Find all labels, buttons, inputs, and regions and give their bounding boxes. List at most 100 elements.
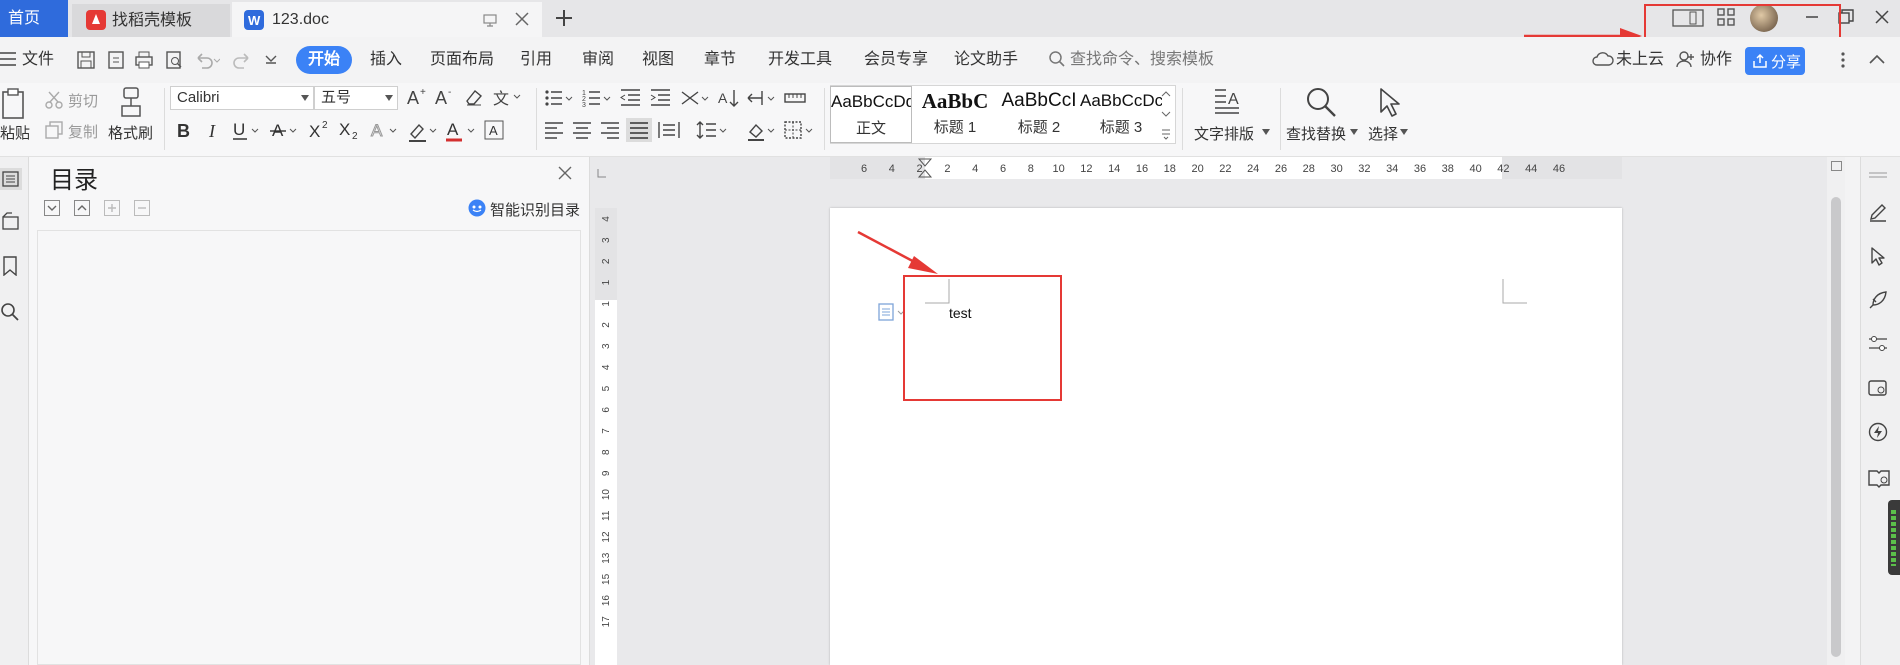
menu-developer[interactable]: 开发工具 <box>768 37 832 83</box>
expand-all-icon[interactable] <box>44 200 60 216</box>
decrease-indent-icon[interactable] <box>620 88 642 108</box>
underline-icon[interactable]: U <box>232 120 262 140</box>
select-pointer-icon[interactable] <box>1868 246 1888 266</box>
numbered-list-icon[interactable]: 123 <box>582 88 614 108</box>
split-view-icon[interactable] <box>1831 161 1842 171</box>
hamburger-icon[interactable] <box>0 52 16 66</box>
rocket-icon[interactable] <box>1868 290 1888 310</box>
table-of-content-icon[interactable] <box>784 88 806 108</box>
menu-insert[interactable]: 插入 <box>370 37 402 83</box>
menu-section[interactable]: 章节 <box>704 37 736 83</box>
new-tab-icon[interactable] <box>554 8 574 28</box>
redo-icon[interactable] <box>232 50 252 70</box>
undo-icon[interactable] <box>194 50 220 70</box>
sort-icon[interactable]: A <box>718 88 740 108</box>
font-size-select[interactable]: 五号 <box>314 86 398 110</box>
find-icon[interactable] <box>0 302 20 322</box>
menu-references[interactable]: 引用 <box>520 37 552 83</box>
vertical-ruler[interactable]: 4 3 2 1 1 2 3 4 5 6 7 8 9 10 11 12 13 15 16 17 <box>595 208 617 665</box>
print-icon[interactable] <box>134 50 154 70</box>
cloud-status[interactable]: 未上云 <box>1616 37 1664 83</box>
strikethrough-icon[interactable]: A <box>270 120 302 140</box>
style-normal[interactable]: AaBbCcDd 正文 <box>830 86 912 143</box>
pin-window-icon[interactable] <box>482 12 498 28</box>
vertical-scrollbar[interactable] <box>1827 157 1845 665</box>
copy-icon[interactable] <box>44 120 64 140</box>
text-layout-icon[interactable]: A <box>1212 86 1242 116</box>
line-spacing-icon[interactable] <box>696 120 728 140</box>
menu-page-layout[interactable]: 页面布局 <box>430 37 494 83</box>
edit-pen-icon[interactable] <box>1868 202 1888 222</box>
command-search-input[interactable]: 查找命令、搜索模板 <box>1070 37 1214 83</box>
borders-icon[interactable] <box>784 120 816 140</box>
menu-start[interactable]: 开始 <box>296 46 353 74</box>
menu-thesis-assistant[interactable]: 论文助手 <box>954 37 1018 83</box>
align-right-icon[interactable] <box>600 120 620 140</box>
clear-format-icon[interactable] <box>464 87 484 107</box>
menu-view[interactable]: 视图 <box>642 37 674 83</box>
close-pane-icon[interactable] <box>558 166 572 180</box>
paste-label[interactable]: 粘贴 <box>0 122 30 143</box>
highlight-icon[interactable] <box>408 120 440 142</box>
tab-templates[interactable]: 找稻壳模板 <box>72 4 230 37</box>
superscript-icon[interactable]: X2 <box>308 120 332 140</box>
image-tools-icon[interactable] <box>1868 378 1888 398</box>
font-color-icon[interactable]: A <box>446 120 478 142</box>
bookmark-icon[interactable] <box>2 256 18 276</box>
paste-icon[interactable] <box>0 88 28 120</box>
collab-button[interactable]: 协作 <box>1700 37 1732 83</box>
align-left-icon[interactable] <box>544 120 564 140</box>
side-widget-handle[interactable] <box>1888 500 1900 575</box>
increase-indent-icon[interactable] <box>650 88 672 108</box>
style-heading-2[interactable]: AaBbCcI 标题 2 <box>998 86 1080 143</box>
tab-document[interactable]: W 123.doc <box>232 2 542 37</box>
find-replace-label[interactable]: 查找替换 <box>1286 123 1346 144</box>
share-button[interactable]: 分享 <box>1745 47 1805 75</box>
char-border-icon[interactable]: A <box>484 120 504 140</box>
copy-label[interactable]: 复制 <box>68 121 98 142</box>
export-pdf-icon[interactable] <box>106 50 126 70</box>
reading-mode-icon[interactable] <box>1868 468 1890 488</box>
remove-heading-icon[interactable] <box>134 200 150 216</box>
collapse-ribbon-icon[interactable] <box>1868 52 1886 66</box>
menu-file[interactable]: 文件 <box>22 37 54 83</box>
chapter-nav-icon[interactable] <box>2 212 20 230</box>
menu-member[interactable]: 会员专享 <box>864 37 928 83</box>
shading-icon[interactable] <box>746 120 778 142</box>
close-window-icon[interactable] <box>1872 7 1892 27</box>
align-center-icon[interactable] <box>572 120 592 140</box>
cut-icon[interactable] <box>44 90 64 110</box>
style-heading-1[interactable]: AaBbC 标题 1 <box>914 86 996 143</box>
bullet-list-icon[interactable] <box>544 88 576 108</box>
tab-home[interactable]: 首页 <box>0 0 68 37</box>
style-heading-3[interactable]: AaBbCcDc 标题 3 <box>1080 86 1162 143</box>
text-layout-label[interactable]: 文字排版 <box>1194 123 1254 144</box>
quick-access-more-icon[interactable] <box>264 54 278 66</box>
subscript-icon[interactable]: X2 <box>338 120 362 140</box>
italic-icon[interactable]: I <box>206 120 222 140</box>
more-options-icon[interactable] <box>1840 52 1846 68</box>
select-label[interactable]: 选择 <box>1368 123 1398 144</box>
add-heading-icon[interactable] <box>104 200 120 216</box>
select-cursor-icon[interactable] <box>1376 86 1402 118</box>
smart-toc-button[interactable]: 智能识别目录 <box>490 199 580 220</box>
text-effect-icon[interactable]: A <box>370 120 402 140</box>
style-gallery-scroll-icon[interactable] <box>1160 88 1172 140</box>
find-replace-icon[interactable] <box>1305 86 1337 118</box>
font-name-select[interactable]: Calibri <box>170 86 314 110</box>
horizontal-ruler[interactable]: 6 4 2 2 4 6 8 10 12 14 16 18 20 22 24 26 28 30 32 34 36 38 40 4… <box>830 157 1622 179</box>
decrease-font-icon[interactable]: A- <box>434 86 456 108</box>
bold-icon[interactable]: B <box>176 120 194 140</box>
adjust-sliders-icon[interactable] <box>1868 334 1888 354</box>
format-painter-label[interactable]: 格式刷 <box>108 122 153 143</box>
lightning-icon[interactable] <box>1868 422 1888 442</box>
phonetic-guide-icon[interactable]: 文 <box>492 86 522 108</box>
increase-font-icon[interactable]: A + <box>406 86 428 108</box>
collapse-all-icon[interactable] <box>74 200 90 216</box>
chinese-layout-icon[interactable] <box>680 88 712 108</box>
menu-review[interactable]: 审阅 <box>582 37 614 83</box>
scroll-thumb[interactable] <box>1831 197 1841 657</box>
close-tab-icon[interactable] <box>514 11 530 27</box>
cut-label[interactable]: 剪切 <box>68 90 98 111</box>
align-justify-button[interactable] <box>626 118 652 142</box>
